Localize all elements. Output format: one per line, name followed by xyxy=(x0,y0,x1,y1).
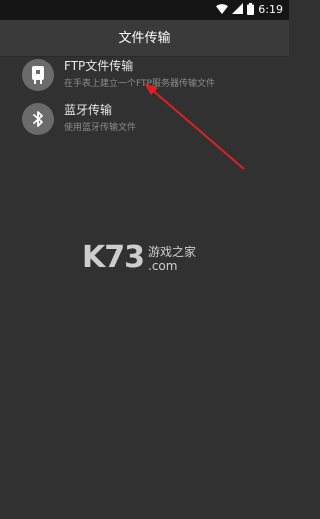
app-bar: 文件传输 xyxy=(0,20,289,57)
watermark-brand: K73 xyxy=(82,240,145,275)
page-title: 文件传输 xyxy=(118,31,171,46)
status-bar: 6:19 xyxy=(0,0,289,20)
item-subtitle: 在手表上建立一个FTP服务器传输文件 xyxy=(64,79,215,89)
item-title: 蓝牙传输 xyxy=(64,103,113,117)
watermark-logo: K73 游戏之家 .com xyxy=(82,240,212,280)
item-title: FTP文件传输 xyxy=(64,59,134,73)
transfer-options-list: FTP文件传输 在手表上建立一个FTP服务器传输文件 蓝牙传输 使用蓝牙传输文件 xyxy=(0,56,289,144)
signal-icon xyxy=(232,3,244,17)
watermark-cn: 游戏之家 xyxy=(148,245,197,259)
screen: 6:19 文件传输 FTP文件传输 在手表上建立一个FTP服务器传输文件 蓝牙传… xyxy=(0,0,289,519)
battery-icon xyxy=(247,2,255,18)
list-item-bluetooth-transfer[interactable]: 蓝牙传输 使用蓝牙传输文件 xyxy=(0,100,289,144)
status-icons: 6:19 xyxy=(216,2,283,18)
ftp-device-icon xyxy=(22,59,54,91)
watermark-domain: .com xyxy=(148,259,178,273)
wifi-icon xyxy=(216,3,229,17)
item-subtitle: 使用蓝牙传输文件 xyxy=(64,123,137,133)
list-item-ftp-transfer[interactable]: FTP文件传输 在手表上建立一个FTP服务器传输文件 xyxy=(0,56,289,100)
bluetooth-icon xyxy=(22,103,54,135)
status-time: 6:19 xyxy=(258,3,283,16)
